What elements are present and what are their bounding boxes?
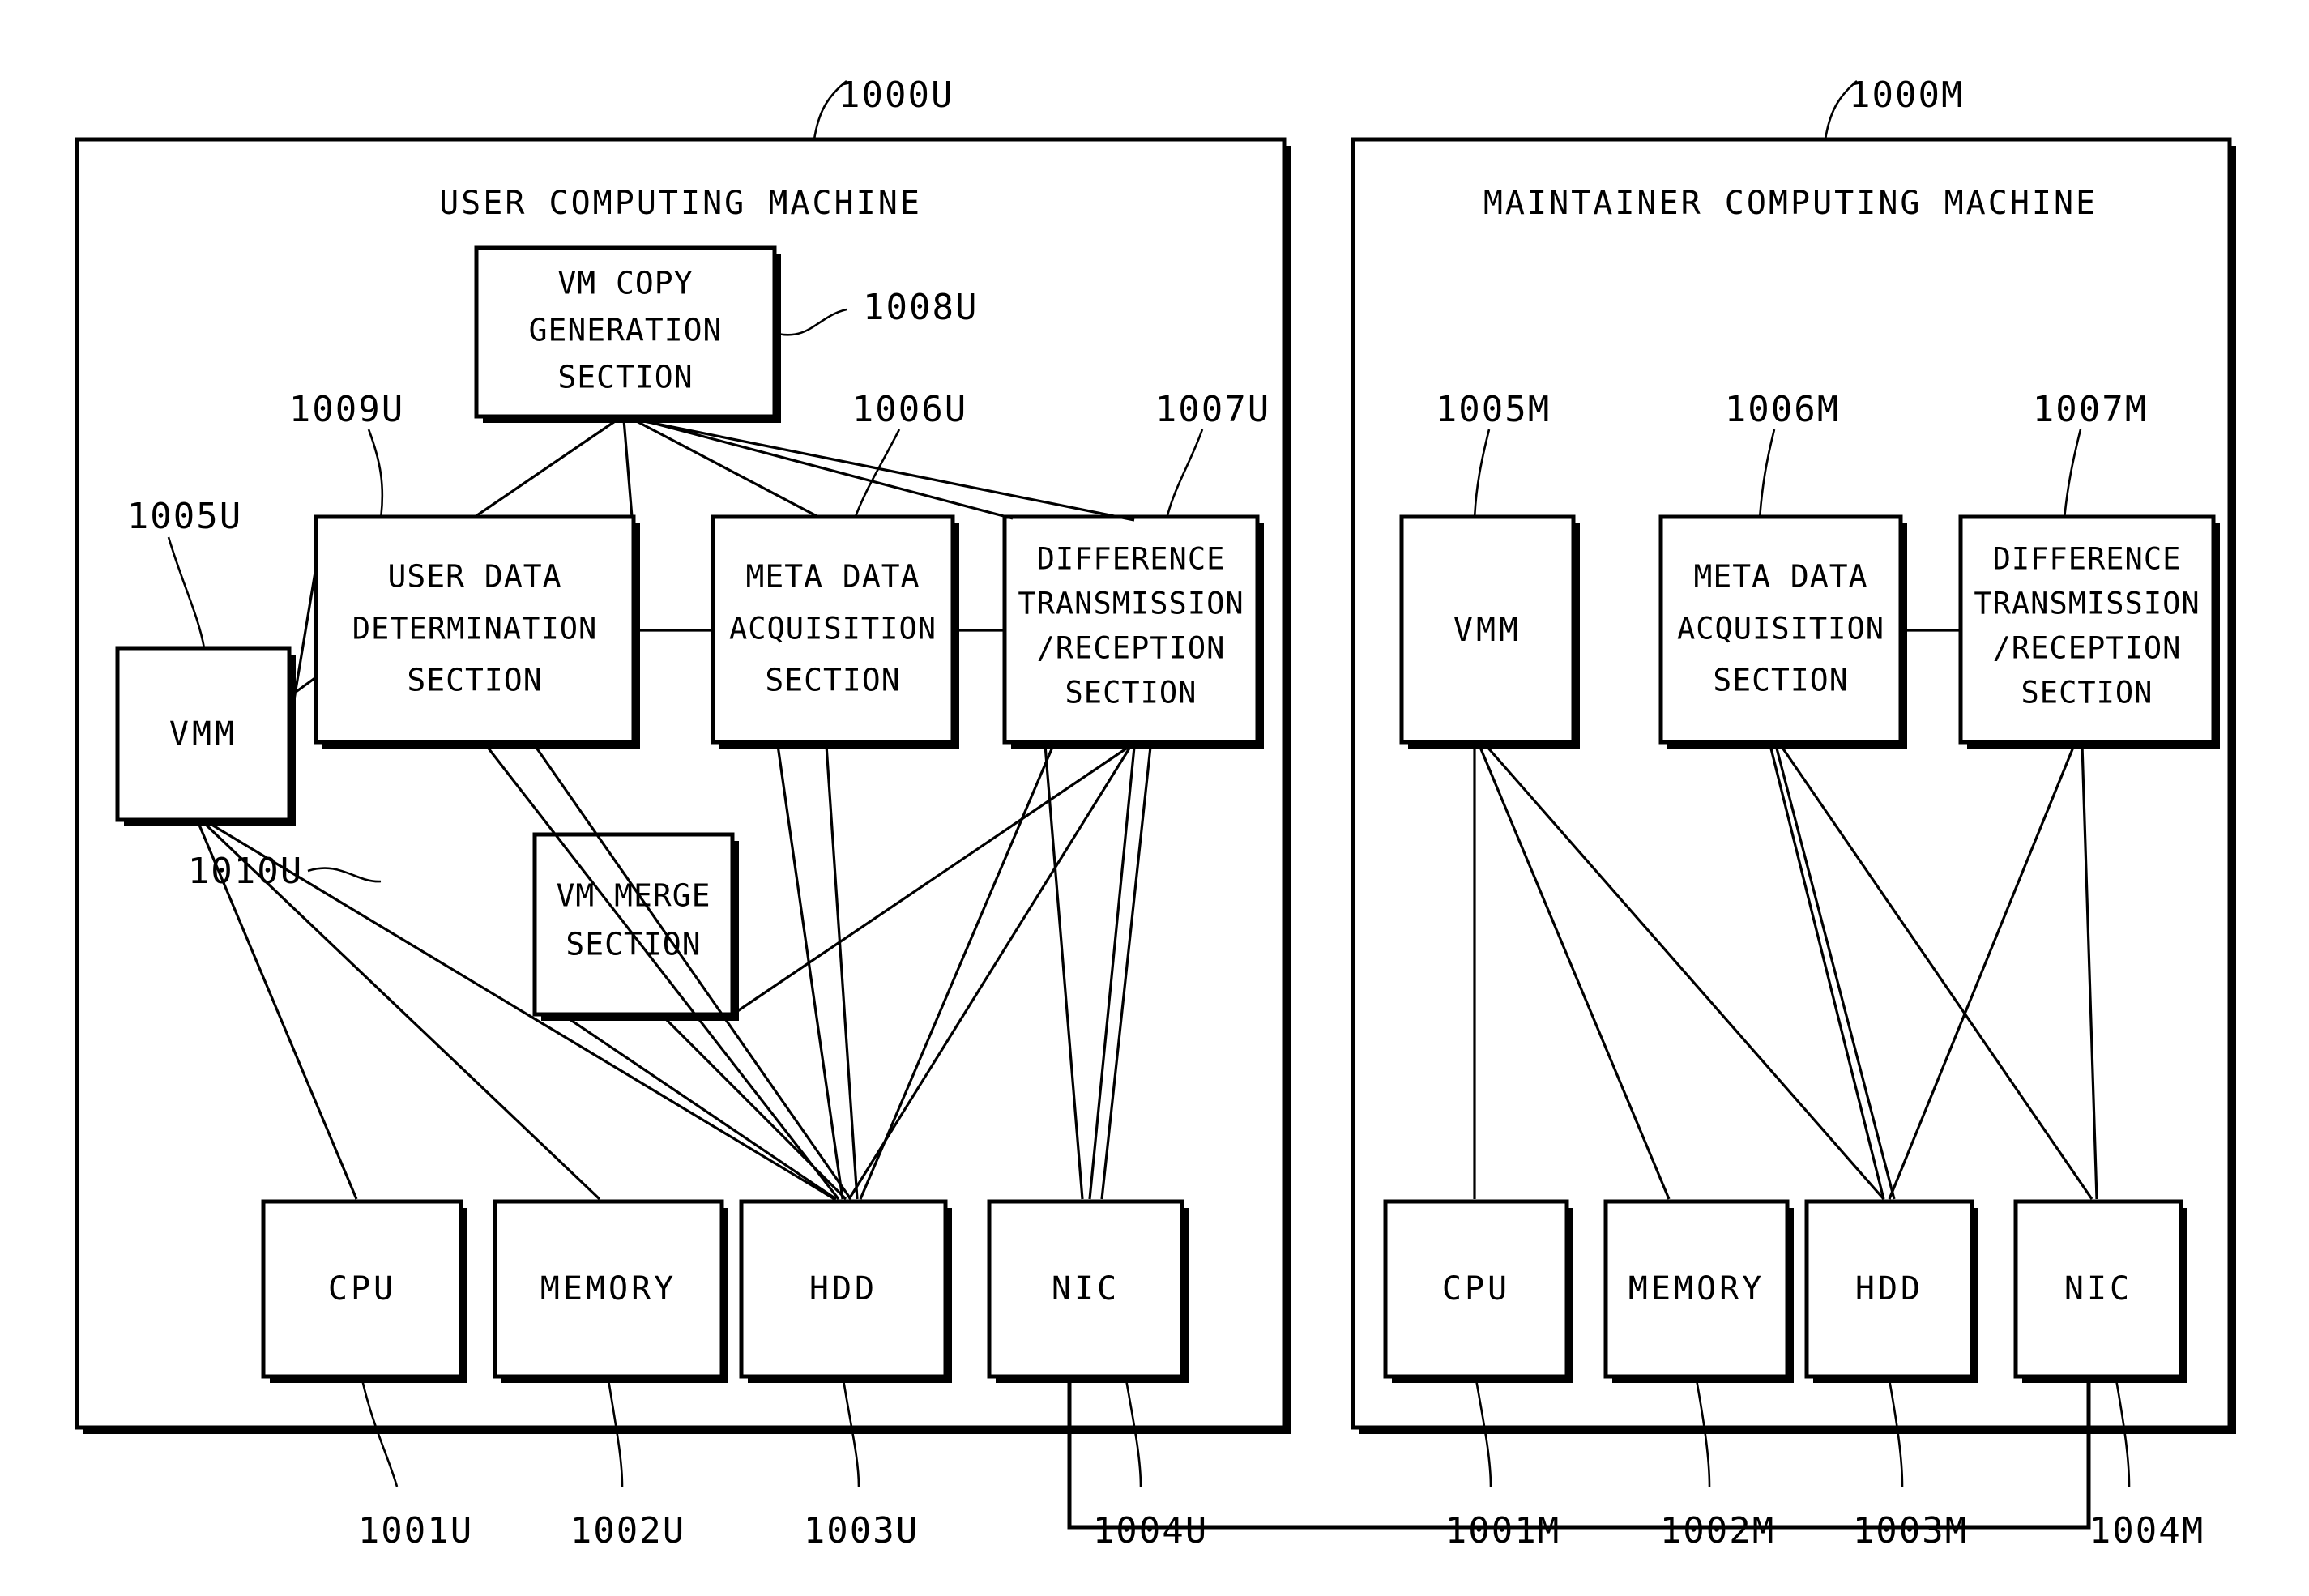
ref-1006m: 1006M xyxy=(1725,389,1840,430)
difference-txrx-line2-maintainer: TRANSMISSION xyxy=(1974,587,2200,621)
vmm-block-user[interactable]: VMM xyxy=(115,646,296,826)
ref-1009u: 1009U xyxy=(289,389,404,430)
cpu-block-maintainer[interactable]: CPU xyxy=(1383,1199,1573,1383)
nic-label-user: NIC xyxy=(1052,1270,1120,1308)
cpu-label-user: CPU xyxy=(328,1270,396,1308)
hdd-label-maintainer: HDD xyxy=(1855,1270,1923,1308)
hdd-block-maintainer[interactable]: HDD xyxy=(1804,1199,1978,1383)
ref-1003m: 1003M xyxy=(1853,1510,1968,1551)
vmm-label-user: VMM xyxy=(169,715,237,753)
difference-txrx-line1-maintainer: DIFFERENCE xyxy=(1993,542,2182,577)
ref-1007u: 1007U xyxy=(1155,389,1270,430)
difference-txrx-line2-user: TRANSMISSION xyxy=(1018,587,1244,621)
memory-label-maintainer: MEMORY xyxy=(1628,1270,1765,1308)
ref-1003u: 1003U xyxy=(804,1510,919,1551)
difference-txrx-line4-user: SECTION xyxy=(1065,676,1197,711)
difference-txrx-line3-maintainer: /RECEPTION xyxy=(1993,631,2182,666)
ref-1006u: 1006U xyxy=(852,389,967,430)
memory-label-user: MEMORY xyxy=(540,1270,677,1308)
meta-data-acquisition-line1-user: META DATA xyxy=(746,559,920,595)
difference-txrx-line3-user: /RECEPTION xyxy=(1037,631,1226,666)
user-data-determination-line1: USER DATA xyxy=(388,559,562,595)
difference-transmission-reception-section-block-user[interactable]: DIFFERENCE TRANSMISSION /RECEPTION SECTI… xyxy=(1002,514,1264,749)
meta-data-acquisition-section-block-maintainer[interactable]: META DATA ACQUISITION SECTION xyxy=(1658,514,1907,749)
meta-data-acquisition-section-block-user[interactable]: META DATA ACQUISITION SECTION xyxy=(711,514,959,749)
cpu-block-user[interactable]: CPU xyxy=(261,1199,467,1383)
ref-1000u: 1000U xyxy=(839,75,954,116)
maintainer-panel-title: MAINTAINER COMPUTING MACHINE xyxy=(1483,185,2098,222)
ref-1010u: 1010U xyxy=(188,851,303,892)
vm-copy-generation-line2: GENERATION xyxy=(529,313,723,348)
patent-figure-page: 1000U USER COMPUTING MACHINE VM COPY GEN… xyxy=(0,0,2309,1596)
vm-copy-generation-line3: SECTION xyxy=(557,360,693,395)
meta-data-acquisition-line2-user: ACQUISITION xyxy=(729,612,937,647)
nic-label-maintainer: NIC xyxy=(2064,1270,2132,1308)
nic-block-user[interactable]: NIC xyxy=(987,1199,1189,1383)
ref-1008u: 1008U xyxy=(863,287,978,328)
memory-block-maintainer[interactable]: MEMORY xyxy=(1603,1199,1794,1383)
hdd-block-user[interactable]: HDD xyxy=(739,1199,952,1383)
ref-1004u: 1004U xyxy=(1093,1510,1208,1551)
ref-1005m: 1005M xyxy=(1436,389,1551,430)
block-diagram-canvas: 1000U USER COMPUTING MACHINE VM COPY GEN… xyxy=(75,75,2236,1551)
ref-1002m: 1002M xyxy=(1660,1510,1775,1551)
vm-copy-generation-line1: VM COPY xyxy=(557,266,693,301)
meta-data-acquisition-line3-user: SECTION xyxy=(765,663,900,698)
ref-1000m: 1000M xyxy=(1849,75,1964,116)
meta-data-acquisition-line3-maintainer: SECTION xyxy=(1713,663,1848,698)
ref-1005u: 1005U xyxy=(127,496,242,537)
difference-transmission-reception-section-block-maintainer[interactable]: DIFFERENCE TRANSMISSION /RECEPTION SECTI… xyxy=(1958,514,2220,749)
user-panel-title: USER COMPUTING MACHINE xyxy=(439,185,922,222)
ref-1007m: 1007M xyxy=(2033,389,2148,430)
meta-data-acquisition-line1-maintainer: META DATA xyxy=(1694,559,1868,595)
user-data-determination-section-block[interactable]: USER DATA DETERMINATION SECTION xyxy=(314,514,640,749)
meta-data-acquisition-line2-maintainer: ACQUISITION xyxy=(1677,612,1884,647)
difference-txrx-line4-maintainer: SECTION xyxy=(2021,676,2153,711)
hdd-label-user: HDD xyxy=(809,1270,877,1308)
memory-block-user[interactable]: MEMORY xyxy=(493,1199,728,1383)
user-data-determination-line3: SECTION xyxy=(407,663,542,698)
vm-merge-line1: VM MERGE xyxy=(556,878,711,914)
ref-1004m: 1004M xyxy=(2089,1510,2204,1551)
vm-copy-generation-section-block[interactable]: VM COPY GENERATION SECTION xyxy=(474,245,781,423)
ref-1002u: 1002U xyxy=(570,1510,685,1551)
ref-1001m: 1001M xyxy=(1445,1510,1560,1551)
vmm-label-maintainer: VMM xyxy=(1453,612,1522,649)
ref-1001u: 1001U xyxy=(358,1510,473,1551)
user-data-determination-line2: DETERMINATION xyxy=(352,612,598,647)
cpu-label-maintainer: CPU xyxy=(1442,1270,1510,1308)
vmm-block-maintainer[interactable]: VMM xyxy=(1399,514,1580,749)
difference-txrx-line1-user: DIFFERENCE xyxy=(1037,542,1226,577)
nic-block-maintainer[interactable]: NIC xyxy=(2013,1199,2187,1383)
